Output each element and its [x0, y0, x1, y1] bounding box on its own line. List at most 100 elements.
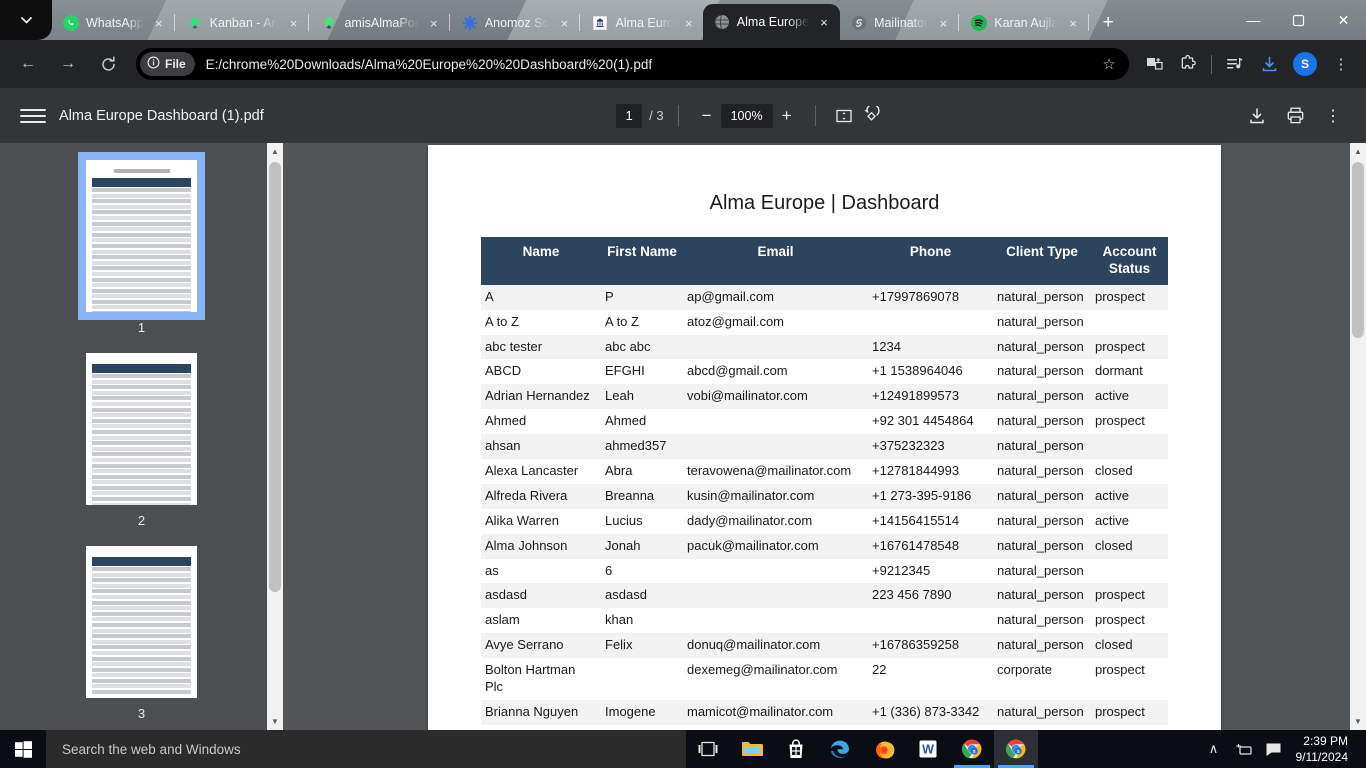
- table-row: abc tester abc abc 1234 natural_person prosp…: [481, 334, 1168, 360]
- table-cell: A to Z: [481, 309, 601, 335]
- forward-button[interactable]: →: [52, 48, 84, 80]
- browser-menu-icon[interactable]: ⋮: [1324, 48, 1358, 80]
- profile-avatar[interactable]: S: [1293, 52, 1317, 76]
- print-icon[interactable]: [1276, 97, 1314, 135]
- table-row: Ahmed Ahmed +92 301 4454864 natural_person p…: [481, 409, 1168, 435]
- thumbnail-page-2[interactable]: 2: [86, 353, 197, 528]
- tab-list: WhatsApp × Kanban - An × amisAlmaPor × A…: [52, 0, 1231, 40]
- table-cell: natural_person: [993, 483, 1091, 509]
- firefox-icon[interactable]: [862, 730, 906, 768]
- table-cell: Breanna: [601, 483, 683, 509]
- action-center-icon[interactable]: [1260, 730, 1288, 768]
- extensions-icon[interactable]: [1171, 48, 1205, 80]
- fit-page-icon[interactable]: [830, 102, 858, 130]
- windows-start-icon[interactable]: [0, 730, 46, 768]
- thumbnail-page-3[interactable]: 3: [86, 546, 197, 721]
- split-screen-icon[interactable]: [1137, 48, 1171, 80]
- sidebar-scrollbar[interactable]: ▲ ▼: [267, 143, 283, 730]
- task-view-icon[interactable]: [686, 730, 730, 768]
- file-scheme-chip[interactable]: File: [140, 52, 195, 76]
- table-cell: EFGHI: [601, 359, 683, 385]
- close-icon[interactable]: ×: [935, 16, 951, 31]
- store-icon[interactable]: [774, 730, 818, 768]
- page-scrollbar-thumb[interactable]: [1352, 162, 1364, 338]
- address-bar[interactable]: File E:/chrome%20Downloads/Alma%20Europe…: [136, 48, 1129, 80]
- thumbnail-page-1[interactable]: 1: [78, 152, 205, 335]
- scroll-up-arrow-icon[interactable]: ▲: [1350, 143, 1366, 160]
- zoom-in-button[interactable]: +: [773, 102, 801, 130]
- total-pages: 3: [656, 108, 664, 123]
- close-icon[interactable]: ×: [426, 16, 442, 31]
- network-icon[interactable]: [1230, 730, 1258, 768]
- table-row: Bolton Hartman Plc dexemeg@mailinator.com…: [481, 658, 1168, 700]
- downloads-icon[interactable]: [1252, 48, 1286, 80]
- close-icon[interactable]: ×: [816, 15, 832, 30]
- table-cell: aslam: [481, 608, 601, 634]
- tab-kanban[interactable]: Kanban - An ×: [176, 6, 308, 40]
- table-cell: natural_person: [993, 334, 1091, 360]
- tab-mailinator[interactable]: Mailinator ×: [840, 6, 957, 40]
- thumbnail-image[interactable]: [78, 152, 205, 320]
- edge-icon[interactable]: [818, 730, 862, 768]
- scroll-up-arrow-icon[interactable]: ▲: [267, 143, 283, 160]
- download-icon[interactable]: [1238, 97, 1276, 135]
- url-text[interactable]: E:/chrome%20Downloads/Alma%20Europe%20%2…: [206, 57, 1095, 72]
- tab-search-chevron-icon[interactable]: [0, 0, 52, 40]
- close-icon[interactable]: ×: [151, 16, 167, 31]
- tab-whatsapp[interactable]: WhatsApp ×: [52, 6, 173, 40]
- show-hidden-icons-chevron-icon[interactable]: ∧: [1200, 730, 1228, 768]
- tab-amisalmaportal[interactable]: amisAlmaPor ×: [310, 6, 447, 40]
- table-cell: Lucius: [601, 508, 683, 534]
- back-button[interactable]: ←: [12, 48, 44, 80]
- close-button[interactable]: ✕: [1321, 0, 1366, 40]
- new-tab-button[interactable]: +: [1094, 9, 1122, 37]
- rotate-icon[interactable]: [858, 102, 886, 130]
- table-cell: +1 (336) 873-3342: [868, 699, 993, 725]
- file-explorer-icon[interactable]: [730, 730, 774, 768]
- scroll-down-arrow-icon[interactable]: ▼: [1350, 713, 1366, 730]
- close-icon[interactable]: ×: [285, 16, 301, 31]
- bookmark-star-icon[interactable]: ☆: [1095, 55, 1123, 73]
- page-number-input[interactable]: 1: [616, 103, 643, 128]
- minimize-button[interactable]: —: [1231, 0, 1276, 40]
- pdf-viewer-body: 1 2 3 ▲ ▼ Alma Europe | Dashboard Name F…: [0, 143, 1366, 768]
- table-cell: natural_person: [993, 309, 1091, 335]
- table-cell: +12781844993: [868, 458, 993, 484]
- table-cell: [683, 409, 868, 435]
- taskbar-clock[interactable]: 2:39 PM 9/11/2024: [1290, 733, 1359, 765]
- zoom-out-button[interactable]: −: [693, 102, 721, 130]
- thumbnail-title-line: [113, 169, 170, 173]
- tab-anomoz[interactable]: Anomoz So ×: [451, 6, 579, 40]
- thumbnail-image[interactable]: [86, 546, 197, 698]
- chrome-icon[interactable]: S: [950, 730, 994, 768]
- taskbar-search-input[interactable]: Search the web and Windows: [46, 730, 686, 768]
- reload-button[interactable]: [92, 48, 124, 80]
- table-cell: 6: [601, 558, 683, 584]
- thumbnail-header-band: [92, 178, 191, 187]
- word-icon[interactable]: W: [906, 730, 950, 768]
- table-row: Adrian Hernandez Leah vobi@mailinator.com +…: [481, 384, 1168, 410]
- restore-button[interactable]: [1276, 0, 1321, 40]
- pdf-more-menu-icon[interactable]: ⋮: [1314, 97, 1352, 135]
- close-icon[interactable]: ×: [556, 16, 572, 31]
- close-icon[interactable]: ×: [1065, 16, 1081, 31]
- tab-alma-europe-pdf-active[interactable]: Alma Europe ×: [702, 4, 841, 40]
- table-cell: [683, 558, 868, 584]
- sidebar-scrollbar-thumb[interactable]: [269, 162, 281, 592]
- thumbnail-image[interactable]: [86, 353, 197, 505]
- table-cell: [683, 334, 868, 360]
- table-cell: active: [1091, 483, 1168, 509]
- page-scrollbar[interactable]: ▲ ▼: [1350, 143, 1366, 730]
- scroll-down-arrow-icon[interactable]: ▼: [267, 713, 283, 730]
- tab-alma-europe-site[interactable]: Alma Euro ×: [581, 6, 702, 40]
- close-icon[interactable]: ×: [681, 16, 697, 31]
- table-cell: [868, 309, 993, 335]
- zoom-level[interactable]: 100%: [720, 103, 773, 128]
- browser-toolbar: ← → File E:/chrome%20Downloads/Alma%20Eu…: [0, 40, 1366, 88]
- hamburger-icon[interactable]: [20, 108, 46, 123]
- chrome-icon-2[interactable]: S: [994, 730, 1038, 768]
- media-playlist-icon[interactable]: [1218, 48, 1252, 80]
- spotify-icon: [971, 15, 988, 31]
- tab-spotify-karan-aujla[interactable]: Karan Aujla ×: [960, 6, 1087, 40]
- table-cell: as: [481, 558, 601, 584]
